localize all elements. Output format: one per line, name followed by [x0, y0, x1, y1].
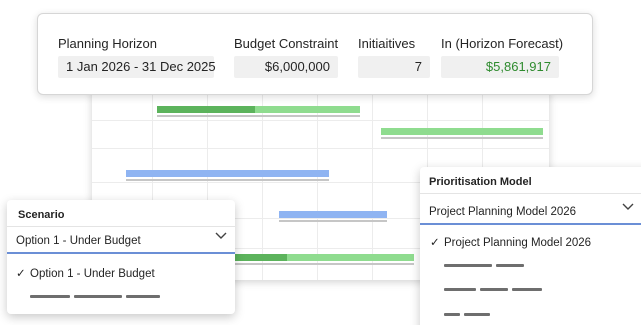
- gantt-bar[interactable]: [287, 254, 414, 261]
- prioritisation-select[interactable]: Project Planning Model 2026: [420, 199, 641, 225]
- gantt-bar[interactable]: [126, 170, 329, 177]
- gantt-bar[interactable]: [381, 128, 543, 135]
- gantt-baseline: [126, 179, 329, 181]
- planning-horizon: Planning Horizon 1 Jan 2026 - 31 Dec 202…: [58, 36, 216, 78]
- initiatives-value: 7: [358, 56, 430, 78]
- prioritisation-panel: Prioritisation Model Project Planning Mo…: [420, 167, 641, 325]
- gantt-bar[interactable]: [255, 106, 360, 113]
- chevron-down-icon: [215, 232, 227, 239]
- divider: [420, 193, 641, 194]
- prioritisation-selected-value: Project Planning Model 2026: [429, 206, 577, 218]
- budget-constraint-label: Budget Constraint: [234, 36, 339, 51]
- gantt-baseline: [157, 115, 360, 117]
- divider: [7, 226, 235, 227]
- budget-constraint-value: $6,000,000: [234, 56, 338, 78]
- gantt-baseline: [279, 220, 387, 222]
- check-icon: ✓: [16, 268, 26, 280]
- planning-horizon-label: Planning Horizon: [58, 36, 158, 51]
- option-placeholder: [74, 295, 122, 298]
- horizon-forecast-value: $5,861,917: [441, 56, 559, 78]
- prioritisation-option-label: Project Planning Model 2026: [444, 237, 592, 249]
- grid-line: [92, 120, 549, 121]
- initiatives: Initiaitives 7: [358, 36, 430, 78]
- scenario-option[interactable]: ✓ Option 1 - Under Budget: [16, 266, 155, 280]
- summary-card: Planning Horizon 1 Jan 2026 - 31 Dec 202…: [37, 13, 593, 95]
- prioritisation-option[interactable]: ✓ Project Planning Model 2026: [430, 235, 591, 249]
- scenario-panel: Scenario Option 1 - Under Budget ✓ Option…: [7, 200, 235, 314]
- scenario-select[interactable]: Option 1 - Under Budget: [7, 228, 235, 254]
- option-placeholder: [480, 288, 508, 291]
- option-placeholder: [512, 288, 542, 291]
- gantt-baseline: [381, 137, 543, 139]
- check-icon: ✓: [430, 237, 440, 249]
- grid-line: [92, 148, 549, 149]
- scenario-selected-value: Option 1 - Under Budget: [16, 235, 141, 247]
- option-placeholder: [444, 288, 476, 291]
- gantt-bar[interactable]: [279, 211, 387, 218]
- chevron-down-icon: [622, 203, 634, 210]
- horizon-forecast: In (Horizon Forecast) $5,861,917: [441, 36, 564, 78]
- gantt-baseline: [227, 263, 414, 265]
- gantt-bar-progress[interactable]: [157, 106, 255, 113]
- option-placeholder: [496, 264, 524, 267]
- option-placeholder: [30, 295, 70, 298]
- horizon-forecast-label: In (Horizon Forecast): [441, 36, 564, 51]
- budget-constraint: Budget Constraint $6,000,000: [234, 36, 338, 78]
- gantt-bar-progress[interactable]: [227, 254, 287, 261]
- grid-line: [372, 88, 373, 280]
- prioritisation-title: Prioritisation Model: [429, 176, 532, 188]
- planning-horizon-value: 1 Jan 2026 - 31 Dec 2025: [58, 56, 216, 78]
- scenario-title: Scenario: [18, 209, 65, 221]
- initiatives-label: Initiaitives: [358, 36, 416, 51]
- option-placeholder: [444, 313, 460, 316]
- option-placeholder: [126, 295, 160, 298]
- option-placeholder: [444, 264, 492, 267]
- scenario-option-label: Option 1 - Under Budget: [30, 268, 155, 280]
- option-placeholder: [464, 313, 490, 316]
